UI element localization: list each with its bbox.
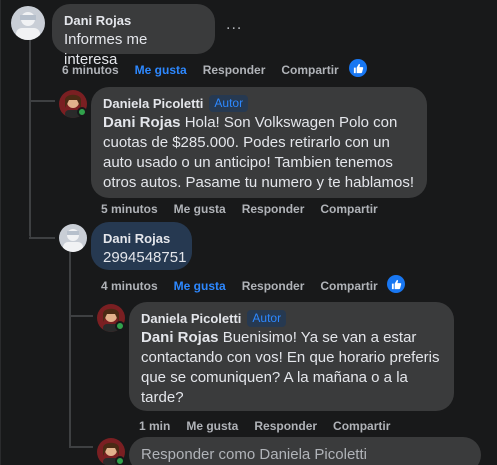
- comment-bubble: Daniela Picoletti Autor Dani Rojas Hola!…: [91, 87, 427, 198]
- share-button[interactable]: Compartir: [320, 278, 377, 294]
- thread-line-curve-1: [29, 100, 55, 102]
- comment-time[interactable]: 5 minutos: [101, 201, 158, 217]
- more-options-icon[interactable]: ...: [226, 16, 242, 34]
- like-button[interactable]: Me gusta: [135, 62, 187, 78]
- comment-actions: 1 min Me gusta Responder Compartir: [139, 418, 406, 434]
- comment-actions: 5 minutos Me gusta Responder Compartir: [101, 201, 394, 217]
- comment-actions: 4 minutos Me gusta Responder Compartir: [101, 278, 394, 294]
- comment-text: Dani Rojas Buenisimo! Ya se van a estar …: [141, 328, 442, 408]
- comment-bubble-highlighted: Dani Rojas 2994548751: [91, 222, 192, 270]
- avatar-dani-rojas-icon: [11, 6, 45, 40]
- share-button[interactable]: Compartir: [281, 62, 338, 78]
- comment-time[interactable]: 6 minutos: [62, 62, 119, 78]
- comment-actions: 6 minutos Me gusta Responder Compartir: [62, 62, 355, 78]
- avatar[interactable]: [59, 224, 87, 252]
- thread-line-curve-3: [69, 315, 93, 317]
- mention-link[interactable]: Dani Rojas: [103, 114, 181, 131]
- like-reaction-icon[interactable]: [349, 59, 367, 77]
- reply-button[interactable]: Responder: [242, 201, 305, 217]
- online-status-icon: [115, 456, 125, 465]
- reply-input[interactable]: [129, 437, 481, 465]
- reply-button[interactable]: Responder: [254, 418, 317, 434]
- thread-line-curve-4: [69, 446, 93, 448]
- share-button[interactable]: Compartir: [333, 418, 390, 434]
- comment-author[interactable]: Dani Rojas: [103, 230, 170, 247]
- comment-bubble: Dani Rojas Informes me interesa: [52, 4, 215, 68]
- like-reaction-icon[interactable]: [387, 275, 405, 293]
- comment-text: 2994548751: [103, 249, 187, 266]
- comment-time[interactable]: 1 min: [139, 418, 170, 434]
- comment-author[interactable]: Dani Rojas: [64, 12, 131, 29]
- comment-author[interactable]: Daniela Picoletti: [103, 95, 203, 112]
- mention-link[interactable]: Dani Rojas: [141, 329, 219, 346]
- comment-author[interactable]: Daniela Picoletti: [141, 310, 241, 327]
- author-badge: Autor: [209, 95, 249, 112]
- share-button[interactable]: Compartir: [320, 201, 377, 217]
- online-status-icon: [115, 321, 125, 331]
- avatar[interactable]: [11, 6, 45, 40]
- like-button[interactable]: Me gusta: [174, 201, 226, 217]
- comment-text: Dani Rojas Hola! Son Volkswagen Polo con…: [103, 113, 415, 193]
- comment-time[interactable]: 4 minutos: [101, 278, 158, 294]
- thread-line-nested: [69, 251, 71, 447]
- comment-bubble: Daniela Picoletti Autor Dani Rojas Bueni…: [129, 302, 454, 411]
- thread-line-curve-2: [29, 237, 55, 239]
- reply-button[interactable]: Responder: [203, 62, 266, 78]
- like-button[interactable]: Me gusta: [186, 418, 238, 434]
- author-badge: Autor: [247, 310, 287, 327]
- like-button[interactable]: Me gusta: [174, 278, 226, 294]
- online-status-icon: [77, 107, 87, 117]
- reply-button[interactable]: Responder: [242, 278, 305, 294]
- thread-line-main: [29, 39, 31, 89]
- avatar-dani-rojas-icon: [59, 224, 87, 252]
- thread-line-branch-1: [29, 89, 31, 237]
